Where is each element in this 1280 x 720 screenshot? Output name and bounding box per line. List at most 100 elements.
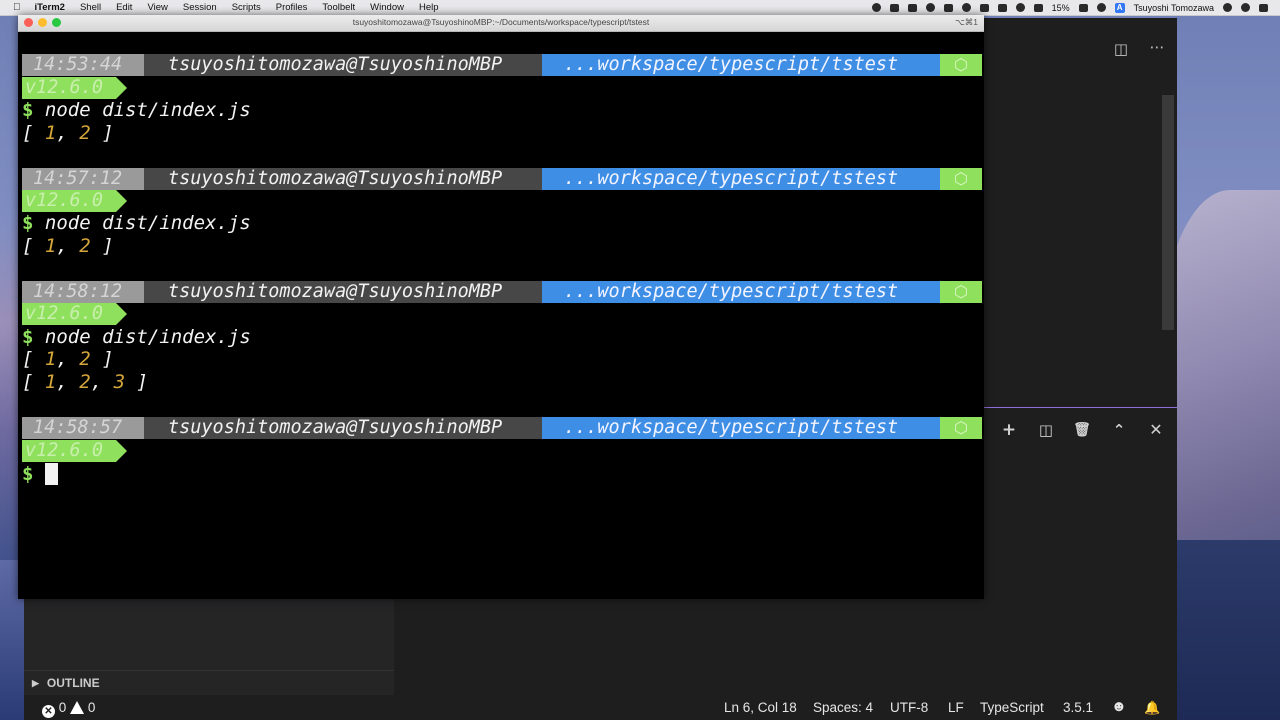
menu-view[interactable]: View [147,2,167,13]
output-punctuation: [ [22,235,45,257]
status-bar: ✕ 0 0 Ln 6, Col 18 Spaces: 4 UTF-8 LF Ty… [24,696,1177,720]
menu-shell[interactable]: Shell [80,2,101,13]
prompt-time: 14:58:57 [22,417,144,439]
output-punctuation: [ [22,122,45,144]
output-punctuation: , [56,122,80,144]
iterm-title-bar[interactable]: tsuyoshitomozawa@TsuyoshinoMBP:~/Documen… [18,15,984,32]
window-shortcut: ⌥⌘1 [954,17,978,27]
output-punctuation: , [56,371,80,393]
volume-icon[interactable] [1033,3,1043,12]
node-version: v12.6.0 [22,303,116,325]
split-editor-icon[interactable]: ◫ [1110,40,1132,58]
problems-indicator[interactable]: ✕ 0 0 [42,700,95,718]
siri-icon[interactable] [1241,3,1250,12]
vscode-terminal-panel [984,407,1177,693]
output-punctuation: [ [22,371,45,393]
prompt-user: tsuyoshitomozawa@TsuyoshinoMBP [144,54,542,76]
node-version: v12.6.0 [22,440,116,462]
menu-scripts[interactable]: Scripts [232,2,261,13]
menu-window[interactable]: Window [370,2,404,13]
output-punctuation: , [56,235,80,257]
battery-percent[interactable]: 15% [1052,3,1070,13]
feedback-smiley-icon[interactable]: ☻ [1111,698,1127,715]
output-punctuation: ] [90,122,114,144]
maximize-panel-icon[interactable]: ⌃ [1108,420,1130,440]
typescript-version[interactable]: 3.5.1 [1063,700,1093,715]
user-name[interactable]: Tsuyoshi Tomozawa [1134,3,1214,13]
dollar-sign: $ [22,99,34,121]
error-count: 0 [58,700,67,715]
record-icon[interactable] [871,3,881,12]
vscode-editor-actions: ◫ ⋯ [960,18,1177,70]
clock-icon[interactable] [1096,3,1106,12]
spotlight-search-icon[interactable] [1223,3,1232,12]
command-line: $ node dist/index.js [22,326,251,348]
output-number: 1 [44,235,57,257]
dollar-sign: $ [22,463,34,485]
nodejs-hex-icon: ⬡ [940,168,982,190]
outline-section[interactable]: ▶ OUTLINE [24,670,394,695]
dollar-sign: $ [22,326,34,348]
cursor-position[interactable]: Ln 6, Col 18 [724,700,797,715]
command-line: $ [22,463,33,485]
dropbox-icon[interactable] [925,3,935,12]
language-mode[interactable]: TypeScript [980,700,1044,715]
minimap-scrollbar[interactable] [1162,95,1174,330]
split-terminal-icon[interactable]: ◫ [1035,420,1057,440]
kill-terminal-icon[interactable]: 🗑 [1071,420,1093,440]
output-punctuation: , [90,371,114,393]
close-panel-icon[interactable]: ✕ [1145,420,1167,440]
output-number: 2 [79,122,91,144]
cloud-icon[interactable] [961,3,971,12]
menu-profiles[interactable]: Profiles [276,2,308,13]
docker-icon[interactable] [907,3,917,12]
new-terminal-icon[interactable]: + [998,420,1020,440]
app-status-icon[interactable] [889,3,899,12]
input-source-icon[interactable]: A [1114,2,1125,13]
nodejs-hex-icon: ⬡ [940,281,982,303]
segment-arrow [116,303,127,325]
output-number: 1 [44,371,57,393]
menu-session[interactable]: Session [183,2,217,13]
menu-toolbelt[interactable]: Toolbelt [322,2,355,13]
output-number: 2 [79,371,91,393]
menu-app-name[interactable]: iTerm2 [35,2,65,13]
wifi-icon[interactable] [1015,3,1025,12]
end-of-line[interactable]: LF [948,700,964,715]
output-line: [ 1, 2 ] [22,122,114,144]
output-punctuation: ] [90,235,114,257]
menu-help[interactable]: Help [419,2,439,13]
prompt-path: ...workspace/typescript/tstest [542,417,940,439]
menu-edit[interactable]: Edit [116,2,132,13]
cast-icon[interactable] [997,3,1007,12]
error-icon: ✕ [42,705,55,718]
display-icon[interactable] [943,3,953,12]
apple-menu-icon[interactable]:  [13,2,21,13]
prompt-time: 14:53:44 [22,54,144,76]
terminal-cursor [45,463,58,485]
command-text: node dist/index.js [44,99,251,121]
encoding[interactable]: UTF-8 [890,700,928,715]
command-text: node dist/index.js [44,212,251,234]
nodejs-hex-icon: ⬡ [940,417,982,439]
output-punctuation: ] [125,371,148,393]
notifications-bell-icon[interactable]: 🔔 [1144,700,1160,716]
segment-arrow [116,77,127,99]
dollar-sign: $ [22,212,34,234]
bluetooth-icon[interactable] [979,3,989,12]
nodejs-hex-icon: ⬡ [940,54,982,76]
notification-center-icon[interactable] [1259,3,1268,12]
prompt-line: 14:57:12 tsuyoshitomozawa@TsuyoshinoMBP … [22,168,982,190]
menu-extras: 15% A Tsuyoshi Tomozawa [871,0,1268,15]
more-actions-icon[interactable]: ⋯ [1146,38,1168,56]
output-punctuation: [ [22,348,45,370]
output-number: 2 [79,348,91,370]
prompt-user: tsuyoshitomozawa@TsuyoshinoMBP [144,417,542,439]
output-line: [ 1, 2 ] [22,235,114,257]
prompt-user: tsuyoshitomozawa@TsuyoshinoMBP [144,168,542,190]
prompt-user: tsuyoshitomozawa@TsuyoshinoMBP [144,281,542,303]
segment-arrow [116,190,127,212]
prompt-line: 14:58:12 tsuyoshitomozawa@TsuyoshinoMBP … [22,281,982,303]
indentation[interactable]: Spaces: 4 [813,700,873,715]
battery-icon[interactable] [1078,3,1088,12]
